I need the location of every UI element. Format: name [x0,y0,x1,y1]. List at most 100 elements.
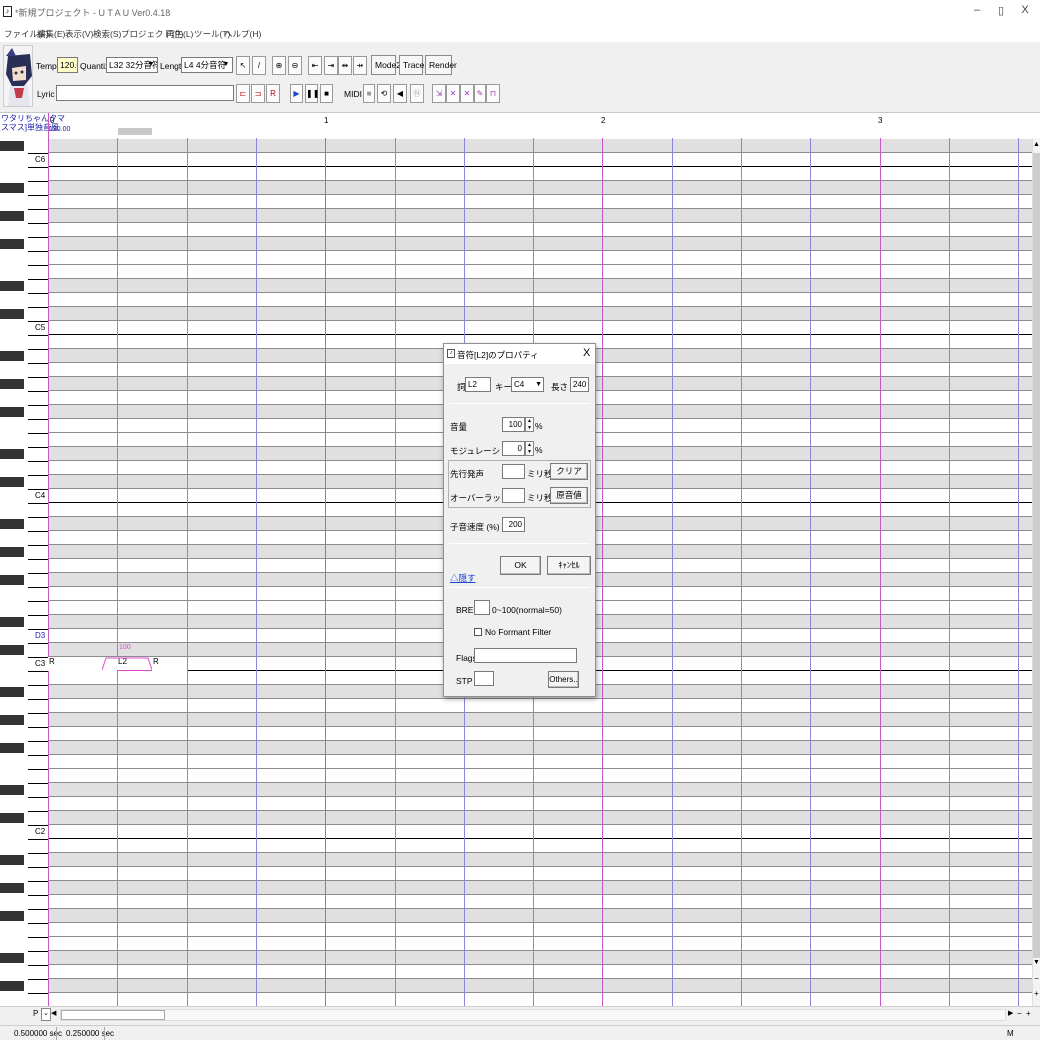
rest-note[interactable]: R [152,657,187,671]
piano-keyboard[interactable]: C6 C5 C4 D3 C3 C2 [0,138,48,1008]
black-key[interactable] [0,715,24,725]
insert-rest-button[interactable]: R [266,84,280,103]
dialog-close-button[interactable]: X [583,347,590,359]
black-key[interactable] [0,645,24,655]
tempo-marker[interactable]: 120.00 [49,126,70,133]
trace-button[interactable]: Trace [399,55,424,75]
black-key[interactable] [0,687,24,697]
menu-play[interactable]: 再生(L) [166,28,193,40]
tempo-input[interactable]: 120.0 [57,57,78,73]
preutterance-input[interactable] [502,464,525,479]
vertical-scroll-thumb[interactable] [1033,153,1040,958]
bre-input[interactable] [474,600,490,615]
render-button[interactable]: Render [425,55,457,75]
black-key[interactable] [0,785,24,795]
note-envelope[interactable] [102,655,152,671]
vertical-scrollbar[interactable]: ▲ ▼ − + [1032,138,1040,1006]
hide-advanced-link[interactable]: △隠す [450,572,476,584]
flags-input[interactable] [474,648,577,663]
measure-ruler[interactable]: ワタリちゃんクマ スマス]単独音風 120.00 0 1 2 3 [0,112,1040,139]
modulation-spinner[interactable]: ▲ ▼ [525,441,534,456]
black-key[interactable] [0,211,24,221]
stp-input[interactable] [474,671,494,686]
maximize-button[interactable]: ▯ [995,4,1007,17]
black-key[interactable] [0,547,24,557]
midi-stop-button[interactable]: ■ [363,84,375,103]
black-key[interactable] [0,743,24,753]
black-key[interactable] [0,379,24,389]
black-key[interactable] [0,351,24,361]
black-key[interactable] [0,141,24,151]
black-key[interactable] [0,953,24,963]
zoom-minus-icon[interactable]: − [1033,974,1040,984]
jump-end-button[interactable]: ⇥ [324,56,338,75]
plugin-button-3[interactable]: ✕ [460,84,474,103]
pointer-tool-button[interactable]: ↖ [236,56,250,75]
black-key[interactable] [0,981,24,991]
lyric-input[interactable] [56,85,234,101]
mode2-button[interactable]: Mode2 [371,55,401,75]
midi-record-button[interactable]: Ⓝ [410,84,424,103]
midi-loop-button[interactable]: ⟲ [377,84,391,103]
merge-button[interactable]: ⇸ [353,56,367,75]
jump-start-button[interactable]: ⇤ [308,56,322,75]
horizontal-scroll-thumb[interactable] [61,1010,165,1020]
black-key[interactable] [0,855,24,865]
menu-view[interactable]: 表示(V) [65,28,93,40]
volume-input[interactable]: 100 [502,417,525,432]
menu-help[interactable]: ヘルプ(H) [224,28,261,40]
black-key[interactable] [0,239,24,249]
no-formant-filter-checkbox[interactable] [474,628,482,636]
scroll-right-icon[interactable]: ▶ [1008,1009,1016,1021]
scroll-down-icon[interactable]: ▼ [1033,959,1040,969]
black-key[interactable] [0,617,24,627]
delete-note-button[interactable]: ⊐ [251,84,265,103]
close-button[interactable]: X [1019,4,1031,16]
black-key[interactable] [0,575,24,585]
overlap-input[interactable] [502,488,525,503]
consonant-velocity-input[interactable]: 200 [502,517,525,532]
cancel-button[interactable]: ｷｬﾝｾﾙ [547,556,591,575]
black-key[interactable] [0,309,24,319]
scroll-left-icon[interactable]: ◀ [51,1009,59,1021]
stop-button[interactable]: ■ [320,84,333,103]
black-key[interactable] [0,407,24,417]
black-key[interactable] [0,911,24,921]
plugin-button-1[interactable]: ⇲ [432,84,446,103]
black-key[interactable] [0,183,24,193]
original-value-button[interactable]: 原音値 [550,487,588,504]
pause-button[interactable]: ❚❚ [305,84,319,103]
zoom-minus-icon[interactable]: − [1017,1009,1025,1021]
black-key[interactable] [0,281,24,291]
others-button[interactable]: Others.. [548,671,579,688]
minimize-button[interactable]: – [971,4,983,16]
key-select[interactable]: C4 ▼ [511,377,544,392]
length-input[interactable]: 240 [570,377,589,392]
dialog-titlebar[interactable]: ♪ 音符[L2]のプロパティ X [444,344,595,364]
part-select[interactable]: ⌄ [41,1008,51,1021]
menu-search[interactable]: 検索(S) [93,28,121,40]
ruler-range-thumb[interactable] [118,128,152,135]
quantize-select[interactable]: L32 32分音符 ▼ [106,57,158,73]
speaker-button[interactable]: ◀ [393,84,407,103]
modulation-input[interactable]: 0 [502,441,525,456]
plugin-button-4[interactable]: ✎ [474,84,486,103]
lyric-input[interactable]: L2 [465,377,491,392]
pencil-tool-button[interactable]: / [252,56,266,75]
scroll-up-icon[interactable]: ▲ [1033,141,1040,151]
zoom-plus-icon[interactable]: + [1026,1009,1034,1021]
horizontal-scrollbar[interactable] [60,1009,1006,1021]
ok-button[interactable]: OK [500,556,541,575]
clear-button[interactable]: クリア [550,463,588,480]
plugin-button-2[interactable]: ✕ [446,84,460,103]
black-key[interactable] [0,883,24,893]
black-key[interactable] [0,449,24,459]
plugin-button-5[interactable]: ⊓ [486,84,500,103]
length-select[interactable]: L4 4分音符 ▼ [181,57,233,73]
zoom-in-button[interactable]: ⊕ [272,56,286,75]
split-button[interactable]: ⇹ [338,56,352,75]
play-button[interactable]: ▶ [290,84,303,103]
volume-spinner[interactable]: ▲ ▼ [525,417,534,432]
black-key[interactable] [0,477,24,487]
menu-edit[interactable]: 編集(E) [37,28,65,40]
